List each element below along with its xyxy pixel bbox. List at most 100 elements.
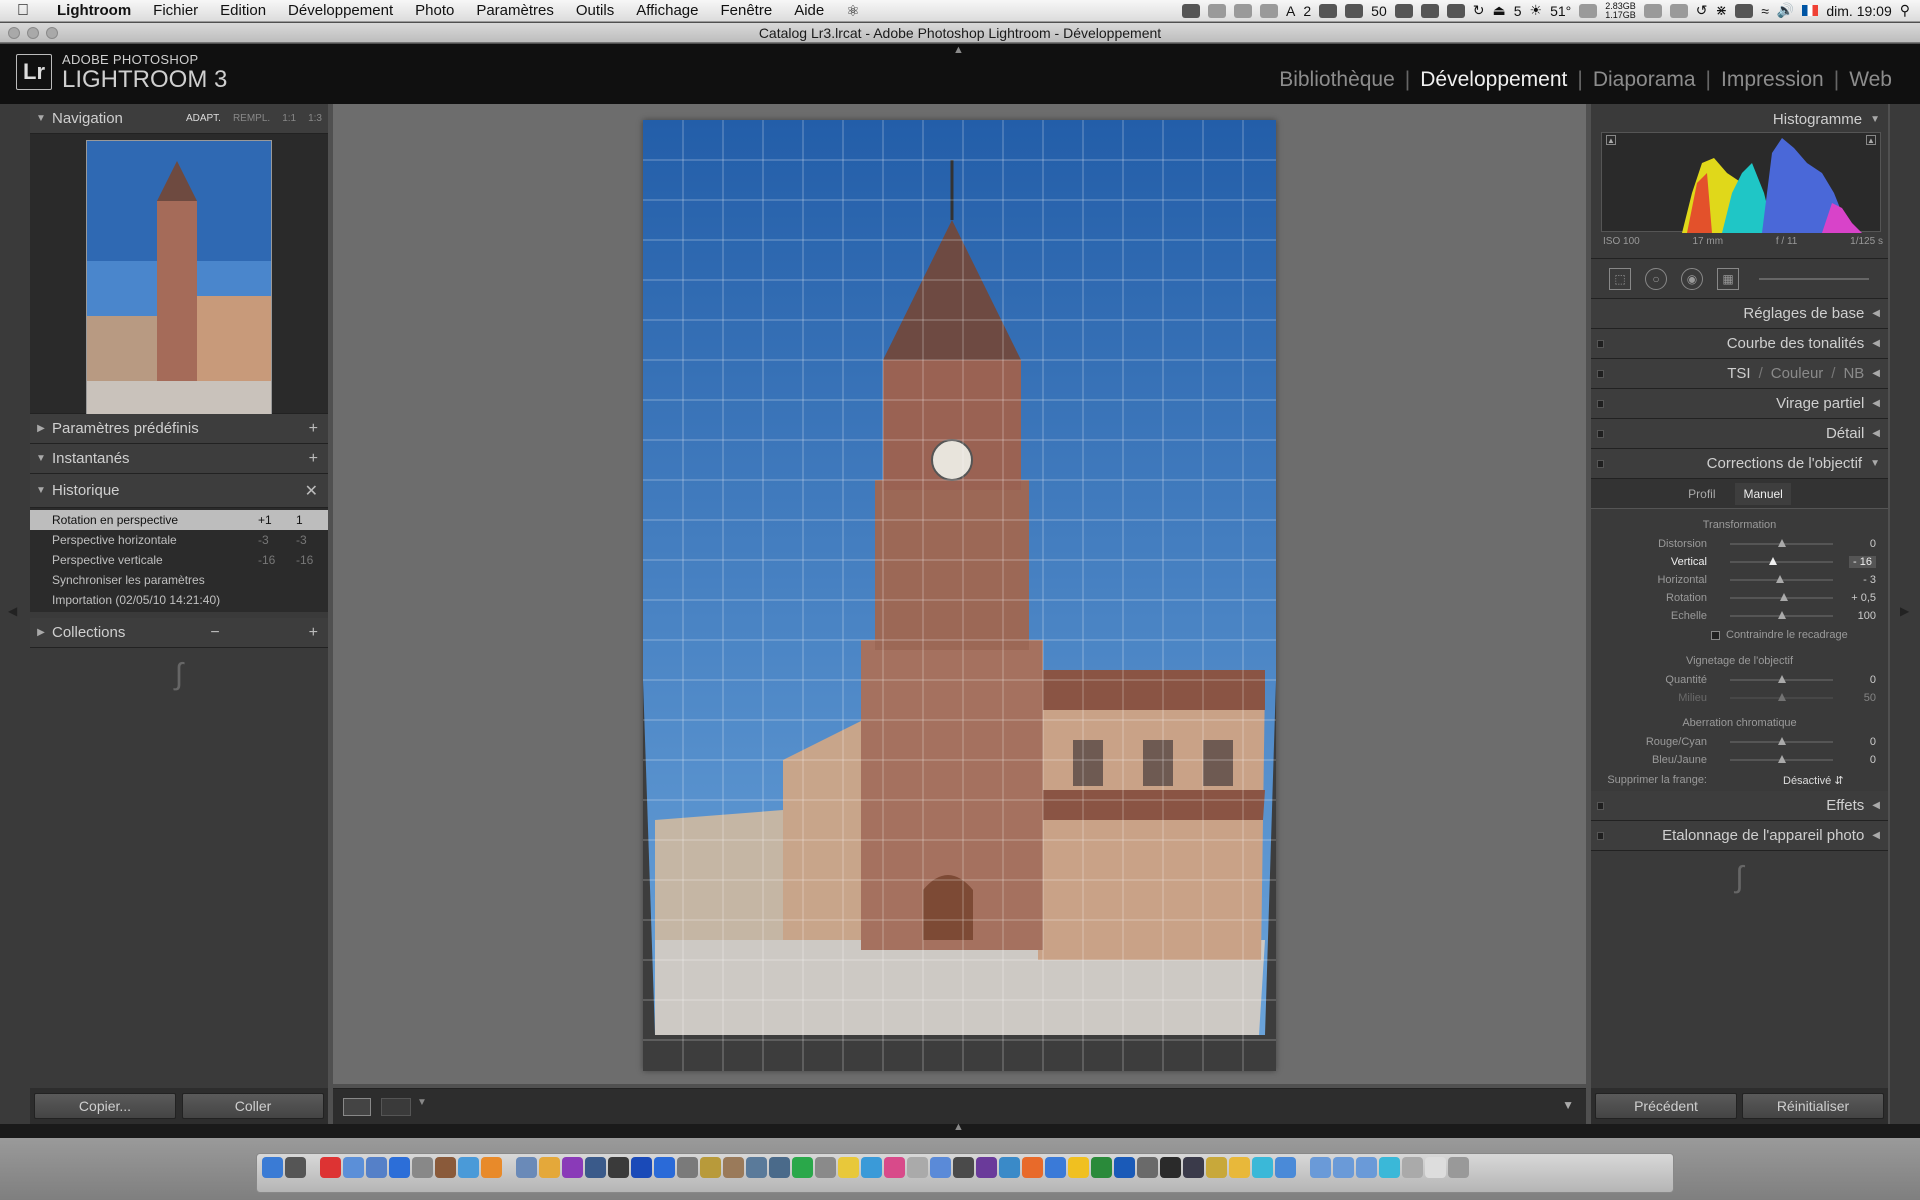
detail-header[interactable]: Détail ◀	[1591, 419, 1888, 449]
app-icon[interactable]	[930, 1157, 951, 1178]
menubar-clock[interactable]: dim. 19:09	[1826, 3, 1891, 19]
expand-triangle-icon[interactable]: ◀	[1872, 308, 1880, 319]
vertical-slider[interactable]	[1730, 557, 1833, 565]
volume-icon[interactable]: 🔊	[1777, 2, 1794, 19]
expand-triangle-icon[interactable]: ▶	[30, 423, 52, 434]
script-menu-icon[interactable]: ⚛	[835, 2, 870, 20]
firefox-icon[interactable]	[1022, 1157, 1043, 1178]
phone-icon[interactable]	[1182, 3, 1201, 18]
red-eye-icon[interactable]: ◉	[1681, 267, 1703, 290]
app-icon[interactable]	[815, 1157, 836, 1178]
vignette-midpoint-slider[interactable]	[1730, 693, 1833, 701]
slider-value[interactable]: 0	[1870, 736, 1876, 748]
spotlight-search-icon[interactable]: ⚲	[1900, 2, 1910, 19]
font-status-icon[interactable]: A	[1286, 3, 1295, 19]
effects-header[interactable]: Effets ◀	[1591, 791, 1888, 821]
shadow-clipping-icon[interactable]: ▲	[1606, 135, 1616, 145]
add-collection-icon[interactable]: +	[309, 624, 318, 642]
app-icon[interactable]	[723, 1157, 744, 1178]
tab-profil[interactable]: Profil	[1688, 487, 1715, 501]
dropbox-status-icon[interactable]	[1446, 3, 1465, 18]
app-icon[interactable]	[907, 1157, 928, 1178]
remove-collection-icon[interactable]: −	[210, 624, 219, 642]
slider-knob[interactable]	[1777, 737, 1786, 745]
collapse-triangle-icon[interactable]: ▼	[1870, 458, 1880, 469]
app-icon[interactable]	[1206, 1157, 1227, 1178]
module-diaporama[interactable]: Diaporama	[1587, 68, 1702, 92]
expand-triangle-icon[interactable]: ◀	[1872, 338, 1880, 349]
history-item[interactable]: Rotation en perspective +1 1	[30, 510, 328, 530]
folder-icon[interactable]	[1356, 1157, 1377, 1178]
apple-menu-icon[interactable]: 	[0, 2, 46, 20]
app-icon[interactable]	[458, 1157, 479, 1178]
app-icon[interactable]	[976, 1157, 997, 1178]
module-impression[interactable]: Impression	[1715, 68, 1830, 92]
basic-panel-header[interactable]: Réglages de base ◀	[1591, 299, 1888, 329]
app-icon[interactable]	[1275, 1157, 1296, 1178]
menu-aide[interactable]: Aide	[783, 2, 835, 19]
french-flag-icon[interactable]	[1802, 5, 1819, 16]
history-item[interactable]: Perspective verticale -16 -16	[30, 550, 328, 570]
slider-value[interactable]: 0	[1870, 674, 1876, 686]
navigator-header[interactable]: ▼ Navigation ADAPT. REMPL. 1:1 1:3	[30, 104, 328, 134]
history-item[interactable]: Perspective horizontale -3 -3	[30, 530, 328, 550]
toolbar-menu-icon[interactable]: ▼	[1562, 1098, 1574, 1112]
slider-value[interactable]: - 3	[1863, 574, 1876, 586]
clear-history-icon[interactable]: ✕	[305, 481, 318, 501]
lens-corrections-header[interactable]: Corrections de l'objectif ▼	[1591, 449, 1888, 479]
copy-settings-button[interactable]: Copier...	[34, 1093, 176, 1119]
panel-switch-icon[interactable]	[1597, 400, 1604, 408]
app-icon[interactable]	[320, 1157, 341, 1178]
tone-curve-header[interactable]: Courbe des tonalités ◀	[1591, 329, 1888, 359]
app-icon[interactable]	[539, 1157, 560, 1178]
spot-removal-icon[interactable]: ○	[1645, 267, 1667, 290]
rotation-slider[interactable]	[1730, 593, 1833, 601]
collapse-top-panel-icon[interactable]: ▲	[953, 44, 964, 56]
app-icon[interactable]	[412, 1157, 433, 1178]
grid-status-icon[interactable]	[1234, 3, 1253, 18]
slider-knob[interactable]	[1779, 593, 1788, 601]
app-icon[interactable]	[516, 1157, 537, 1178]
disk-status-icon[interactable]	[1579, 3, 1598, 18]
app-status-icon[interactable]	[1394, 3, 1413, 18]
drive-status-icon[interactable]	[1319, 3, 1338, 18]
app-icon[interactable]	[435, 1157, 456, 1178]
app-icon[interactable]	[792, 1157, 813, 1178]
history-item[interactable]: Synchroniser les paramètres	[30, 570, 328, 590]
history-header[interactable]: ▼ Historique ✕	[30, 474, 328, 508]
left-panel-edge[interactable]: ◀	[0, 104, 30, 1124]
slider-value[interactable]: 100	[1858, 610, 1876, 622]
view-dropdown-icon[interactable]: ▼	[417, 1097, 427, 1108]
app-icon[interactable]	[861, 1157, 882, 1178]
expand-triangle-icon[interactable]: ▶	[30, 627, 52, 638]
paste-settings-button[interactable]: Coller	[182, 1093, 324, 1119]
photoshop-icon[interactable]	[631, 1157, 652, 1178]
expand-filmstrip-icon[interactable]: ▲	[953, 1121, 964, 1133]
module-web[interactable]: Web	[1843, 68, 1898, 92]
app-icon[interactable]	[1045, 1157, 1066, 1178]
vignette-amount-slider[interactable]	[1730, 675, 1833, 683]
minimize-window-button[interactable]	[27, 27, 39, 39]
menu-outils[interactable]: Outils	[565, 2, 625, 19]
blue-yellow-slider[interactable]	[1730, 755, 1833, 763]
expand-triangle-icon[interactable]: ◀	[1872, 428, 1880, 439]
gear-status-icon[interactable]	[1208, 3, 1227, 18]
red-cyan-slider[interactable]	[1730, 737, 1833, 745]
history-item[interactable]: Importation (02/05/10 14:21:40)	[30, 590, 328, 610]
loupe-view-icon[interactable]	[343, 1098, 371, 1116]
crop-tool-icon[interactable]: ⬚	[1609, 267, 1631, 290]
dashboard-icon[interactable]	[285, 1157, 306, 1178]
photo-preview[interactable]	[643, 120, 1276, 1071]
timemachine-icon[interactable]: ↺	[1696, 2, 1708, 19]
presets-header[interactable]: ▶ Paramètres prédéfinis +	[30, 414, 328, 444]
menu-developpement[interactable]: Développement	[277, 2, 404, 19]
close-window-button[interactable]	[8, 27, 20, 39]
slider-knob[interactable]	[1769, 557, 1778, 565]
constrain-crop-row[interactable]: Contraindre le recadrage	[1591, 625, 1888, 645]
graduated-filter-icon[interactable]: ▦	[1717, 267, 1739, 290]
expand-triangle-icon[interactable]: ▼	[30, 453, 52, 464]
monitor-status-icon[interactable]	[1260, 3, 1279, 18]
module-bibliotheque[interactable]: Bibliothèque	[1273, 68, 1401, 92]
meter-icon-2[interactable]	[1669, 3, 1688, 18]
panel-switch-icon[interactable]	[1597, 460, 1604, 468]
